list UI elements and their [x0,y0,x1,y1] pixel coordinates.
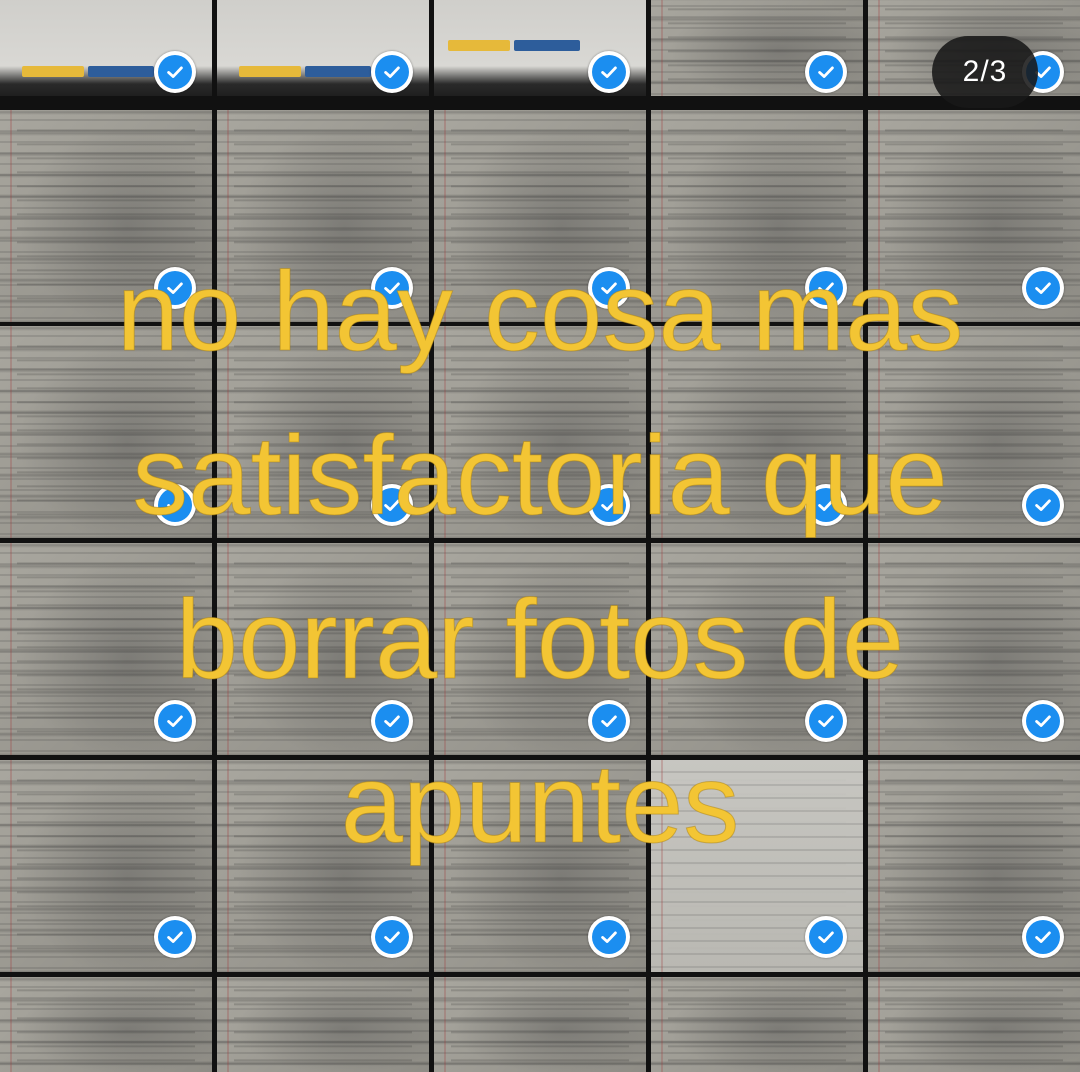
selected-check-icon[interactable] [588,916,630,958]
caption-line-3: borrar fotos de [175,577,905,703]
check-circle-icon [592,55,626,89]
selected-check-icon[interactable] [371,916,413,958]
check-circle-icon [158,55,192,89]
screenshot-button-blue [514,40,580,51]
check-circle-icon [809,920,843,954]
photo-thumbnail[interactable] [0,977,212,1072]
check-circle-icon [592,920,626,954]
photo-thumbnail[interactable] [217,977,429,1072]
selected-check-icon[interactable] [805,51,847,93]
page-counter-text: 2/3 [962,55,1008,88]
selected-check-icon[interactable] [371,51,413,93]
screenshot-button-yellow [22,66,84,77]
check-circle-icon [375,55,409,89]
selected-check-icon[interactable] [1022,916,1064,958]
caption-line-1: no hay cosa mas [116,249,964,375]
photo-thumbnail[interactable] [434,977,646,1072]
caption-line-2: satisfactoria que [132,413,949,539]
selected-check-icon[interactable] [805,916,847,958]
screenshot-button-yellow [448,40,510,51]
screenshot-button-blue [305,66,371,77]
check-circle-icon [1026,920,1060,954]
screenshot-button-blue [88,66,154,77]
caption-line-4: apuntes [340,741,740,867]
selected-check-icon[interactable] [154,916,196,958]
page-counter-badge: 2/3 [932,36,1038,108]
screenshot-button-yellow [239,66,301,77]
photo-thumbnail[interactable] [868,977,1080,1072]
check-circle-icon [158,920,192,954]
check-circle-icon [375,920,409,954]
selected-check-icon[interactable] [588,51,630,93]
meme-caption: no hay cosa mas satisfactoria que borrar… [0,230,1080,886]
photo-thumbnail[interactable] [651,977,863,1072]
check-circle-icon [809,55,843,89]
selected-check-icon[interactable] [154,51,196,93]
